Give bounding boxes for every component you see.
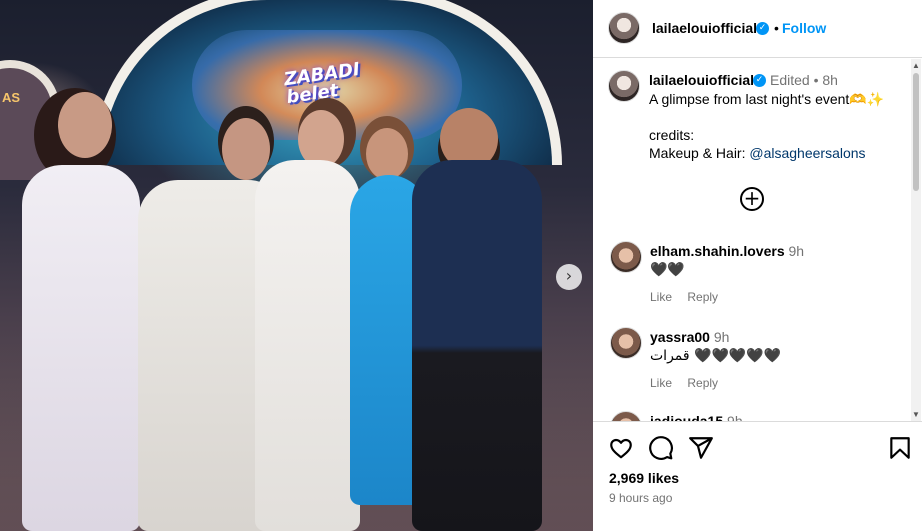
caption-mention-link[interactable]: @alsagheersalons: [749, 145, 865, 161]
follow-button[interactable]: Follow: [782, 20, 826, 36]
comment-like-button[interactable]: Like: [650, 290, 672, 304]
comment-user-line: yassra00 9h: [650, 329, 729, 345]
next-photo-button[interactable]: ›: [556, 264, 582, 290]
separator-dot: •: [774, 20, 779, 36]
scroll-up-arrow-icon[interactable]: ▲: [912, 61, 920, 70]
post-footer: 2,969 likes 9 hours ago: [593, 421, 922, 531]
bookmark-icon[interactable]: [887, 435, 913, 461]
comment-user-line: jadjouda15 9h: [650, 413, 743, 421]
comment-username[interactable]: jadjouda15: [650, 413, 723, 421]
left-sign-text: AS: [2, 90, 21, 105]
post-side-panel: lailaelouiofficial ✓ • Follow lailaeloui…: [593, 0, 922, 531]
header-username[interactable]: lailaelouiofficial: [652, 20, 757, 36]
caption-line-2: credits:: [649, 127, 695, 143]
comment-reply-button[interactable]: Reply: [687, 290, 718, 304]
avatar[interactable]: [608, 12, 640, 44]
heart-icon[interactable]: [608, 435, 634, 461]
scroll-down-arrow-icon[interactable]: ▼: [912, 410, 920, 419]
caption-avatar[interactable]: [608, 70, 640, 102]
comment: yassra00 9h قمرات 🖤🖤🖤🖤🖤 Like Reply: [593, 327, 922, 407]
verified-badge-icon: ✓: [756, 22, 769, 35]
person-5: [412, 160, 542, 531]
person-head: [366, 128, 408, 180]
likes-count[interactable]: 2,969 likes: [609, 470, 679, 486]
caption-text: A glimpse from last night's event🫶✨ cred…: [649, 90, 899, 162]
comment-avatar[interactable]: [610, 327, 642, 359]
person-3: [255, 160, 360, 531]
comment-actions: Like Reply: [650, 290, 730, 304]
comment-avatar[interactable]: [610, 411, 642, 421]
comment: elham.shahin.lovers 9h 🖤🖤 Like Reply: [593, 241, 922, 321]
comment-username[interactable]: elham.shahin.lovers: [650, 243, 785, 259]
load-more-comments-button[interactable]: +: [740, 187, 764, 211]
share-icon[interactable]: [688, 435, 714, 461]
post-header: lailaelouiofficial ✓ • Follow: [593, 0, 922, 58]
post-time-ago[interactable]: 9 hours ago: [609, 491, 672, 505]
comment-time: 9h: [788, 243, 805, 259]
comment: jadjouda15 9h: [593, 411, 922, 421]
comment-time: 9h: [727, 413, 743, 421]
caption-line-3-prefix: Makeup & Hair:: [649, 145, 750, 161]
comment-time: 9h: [713, 329, 730, 345]
comments-scrollbar[interactable]: ▲ ▼: [911, 59, 921, 421]
post-photo[interactable]: AS ZABADI belet ›: [0, 0, 593, 531]
verified-badge-icon: ✓: [753, 74, 766, 87]
caption-edited-time: Edited • 8h: [770, 72, 838, 88]
comment-username[interactable]: yassra00: [650, 329, 710, 345]
comment-reply-button[interactable]: Reply: [687, 376, 718, 390]
caption-username[interactable]: lailaelouiofficial: [649, 72, 754, 88]
caption-line-1: A glimpse from last night's event🫶✨: [649, 91, 885, 107]
comments-area[interactable]: lailaelouiofficial ✓ Edited • 8h A glimp…: [593, 59, 922, 421]
comment-actions: Like Reply: [650, 376, 730, 390]
person-head: [58, 92, 112, 158]
scroll-thumb[interactable]: [913, 73, 919, 191]
comment-avatar[interactable]: [610, 241, 642, 273]
comment-like-button[interactable]: Like: [650, 376, 672, 390]
comment-icon[interactable]: [648, 435, 674, 461]
comment-text: 🖤🖤: [650, 262, 685, 278]
person-head: [222, 118, 270, 180]
comment-user-line: elham.shahin.lovers 9h: [650, 243, 804, 259]
left-stage-arch: [0, 60, 60, 180]
person-1: [22, 165, 140, 531]
comment-text: قمرات 🖤🖤🖤🖤🖤: [650, 348, 782, 364]
